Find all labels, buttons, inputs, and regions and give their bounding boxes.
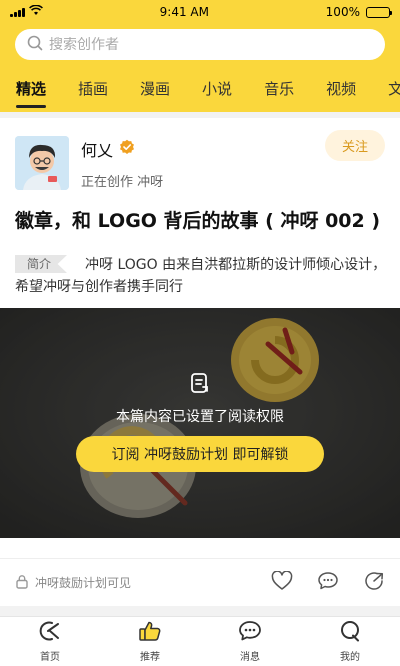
status-left: [10, 4, 43, 19]
verified-badge-icon: [119, 139, 135, 159]
signal-icon: [10, 7, 25, 17]
post-card: 何乂 正在创作 冲呀 关注 徽章，和 LOGO 背后的故事 ( 冲呀 002 )…: [0, 118, 400, 606]
nav-recommend-label: 推荐: [140, 652, 160, 663]
nav-home-label: 首页: [40, 652, 60, 663]
search-input[interactable]: [49, 36, 369, 53]
battery-icon: [365, 6, 392, 18]
author-block[interactable]: 何乂 正在创作 冲呀: [15, 136, 163, 190]
follow-button[interactable]: 关注: [325, 130, 385, 161]
tab-illustration[interactable]: 插画: [62, 66, 124, 112]
nav-profile-label: 我的: [340, 652, 360, 663]
tab-music[interactable]: 音乐: [248, 66, 310, 112]
document-lock-icon: [189, 372, 211, 398]
nav-home[interactable]: 首页: [0, 617, 100, 666]
nav-recommend[interactable]: 推荐: [100, 617, 200, 666]
message-icon: [238, 620, 262, 645]
tab-comics[interactable]: 漫画: [124, 66, 186, 112]
wifi-icon: [29, 4, 43, 19]
author-name-row: 何乂: [81, 137, 163, 161]
heart-icon[interactable]: [271, 569, 293, 595]
profile-icon: [338, 620, 362, 645]
author-info: 何乂 正在创作 冲呀: [81, 137, 163, 190]
author-status: 正在创作 冲呀: [81, 174, 164, 190]
battery-percent: 100%: [325, 5, 360, 19]
post-intro: 简介 冲呀 LOGO 由来自洪都拉斯的设计师倾心设计，希望冲呀与创作者携手同行: [15, 254, 387, 298]
unlock-subscribe-button[interactable]: 订阅 冲呀鼓励计划 即可解锁: [76, 436, 324, 472]
nav-profile[interactable]: 我的: [300, 617, 400, 666]
intro-badge: 简介: [15, 255, 67, 273]
nav-messages[interactable]: 消息: [200, 617, 300, 666]
status-time: 9:41 AM: [159, 5, 209, 19]
status-right: 100%: [325, 5, 392, 19]
post-actions: [271, 569, 385, 595]
comment-icon[interactable]: [317, 571, 339, 595]
post-footer: 冲呀鼓励计划可见: [0, 558, 400, 606]
status-bar: 9:41 AM 100%: [0, 0, 400, 24]
nav-messages-label: 消息: [240, 652, 260, 663]
search-icon: [27, 35, 43, 55]
post-title[interactable]: 徽章，和 LOGO 背后的故事 ( 冲呀 002 ): [15, 208, 385, 234]
lock-icon: [15, 574, 29, 592]
author-name[interactable]: 何乂: [81, 137, 113, 161]
tab-video[interactable]: 视频: [310, 66, 372, 112]
intro-text: 冲呀 LOGO 由来自洪都拉斯的设计师倾心设计，希望冲呀与创作者携手同行: [15, 257, 387, 295]
tab-articles[interactable]: 文章: [372, 66, 400, 112]
tab-novels[interactable]: 小说: [186, 66, 248, 112]
home-icon: [38, 620, 62, 645]
bottom-nav: 首页 推荐 消息 我的: [0, 616, 400, 666]
category-tabs: 精选 插画 漫画 小说 音乐 视频 文章: [0, 66, 400, 112]
tab-featured[interactable]: 精选: [0, 66, 62, 112]
locked-cover-image[interactable]: 本篇内容已设置了阅读权限 订阅 冲呀鼓励计划 即可解锁: [0, 308, 400, 538]
thumbs-up-icon: [138, 620, 162, 645]
visibility-info: 冲呀鼓励计划可见: [15, 574, 131, 592]
search-bar[interactable]: [15, 29, 385, 60]
share-icon[interactable]: [363, 571, 385, 595]
locked-message: 本篇内容已设置了阅读权限: [116, 409, 284, 425]
avatar[interactable]: [15, 136, 69, 190]
top-bar: 9:41 AM 100% 精选 插画 漫画 小说 音乐 视频 文章: [0, 0, 400, 112]
visibility-text: 冲呀鼓励计划可见: [35, 576, 132, 590]
